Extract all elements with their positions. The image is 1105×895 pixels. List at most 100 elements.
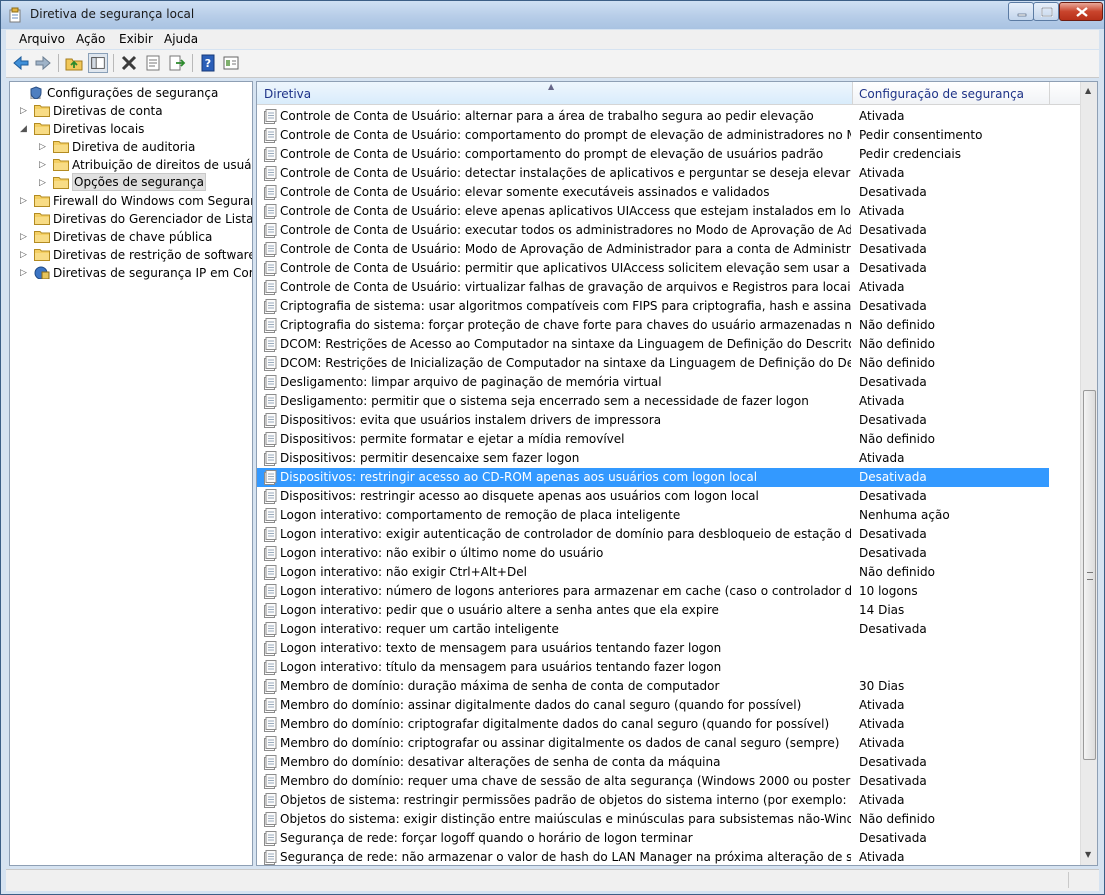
policy-row[interactable]: Dispositivos: restringir acesso ao CD-RO… (257, 468, 1049, 487)
policy-row[interactable]: Logon interativo: comportamento de remoç… (257, 506, 1049, 525)
policy-row[interactable]: Dispositivos: permite formatar e ejetar … (257, 430, 1049, 449)
policy-row[interactable]: Logon interativo: não exigir Ctrl+Alt+De… (257, 563, 1049, 582)
scroll-up-icon[interactable]: ▲ (1085, 86, 1091, 95)
policy-setting: Ativada (859, 850, 905, 864)
policy-row[interactable]: Objetos do sistema: exigir distinção ent… (257, 810, 1049, 829)
menu-arquivo[interactable]: Arquivo (19, 32, 65, 46)
policy-row[interactable]: Segurança de rede: não armazenar o valor… (257, 848, 1049, 865)
policy-row[interactable]: Controle de Conta de Usuário: detectar i… (257, 164, 1049, 183)
tree-expander-icon[interactable]: ◢ (20, 120, 30, 138)
policy-name: Logon interativo: título da mensagem par… (280, 660, 722, 674)
tree-expander-icon[interactable]: ▷ (39, 138, 49, 156)
policy-row[interactable]: Membro do domínio: requer uma chave de s… (257, 772, 1049, 791)
vertical-scrollbar[interactable]: ▲ ▼ (1080, 82, 1097, 865)
tree-item[interactable]: Diretivas do Gerenciador de Listas de (10, 210, 252, 228)
tree-expander-icon[interactable]: ▷ (20, 264, 30, 282)
policy-setting: Desativada (859, 470, 927, 484)
tree-item[interactable]: ◢ Diretivas locais (10, 120, 246, 138)
policy-row[interactable]: Controle de Conta de Usuário: Modo de Ap… (257, 240, 1049, 259)
tree-expander-icon[interactable] (14, 84, 24, 102)
policy-row[interactable]: Desligamento: permitir que o sistema sej… (257, 392, 1049, 411)
forward-icon[interactable] (33, 53, 53, 73)
menu-ajuda[interactable]: Ajuda (164, 32, 198, 46)
grip-icon (1087, 572, 1093, 580)
policy-row[interactable]: Dispositivos: evita que usuários instale… (257, 411, 1049, 430)
show-hide-tree-icon[interactable] (88, 53, 108, 73)
scroll-thumb[interactable] (1083, 390, 1096, 760)
policy-row[interactable]: Controle de Conta de Usuário: virtualiza… (257, 278, 1049, 297)
policy-row[interactable]: Controle de Conta de Usuário: executar t… (257, 221, 1049, 240)
delete-icon[interactable] (119, 53, 139, 73)
close-button[interactable] (1059, 2, 1103, 21)
help-icon[interactable]: ? (198, 53, 218, 73)
policy-row[interactable]: Controle de Conta de Usuário: eleve apen… (257, 202, 1049, 221)
policy-row[interactable]: Criptografia de sistema: usar algoritmos… (257, 297, 1049, 316)
policy-row[interactable]: Criptografia do sistema: forçar proteção… (257, 316, 1049, 335)
tree-item[interactable]: ▷ Diretivas de chave pública (10, 228, 246, 246)
policy-row[interactable]: Logon interativo: título da mensagem par… (257, 658, 1049, 677)
column-header-diretiva[interactable]: ▲ Diretiva (257, 82, 853, 104)
policy-row[interactable]: Segurança de rede: forçar logoff quando … (257, 829, 1049, 848)
view-icon[interactable] (221, 53, 241, 73)
policy-row[interactable]: Controle de Conta de Usuário: alternar p… (257, 107, 1049, 126)
policy-row[interactable]: Desligamento: limpar arquivo de paginaçã… (257, 373, 1049, 392)
tree-item[interactable]: ▷ Diretivas de conta (10, 102, 246, 120)
tree-item[interactable]: ▷ Firewall do Windows com Segurança (10, 192, 252, 210)
policy-row[interactable]: Controle de Conta de Usuário: permitir q… (257, 259, 1049, 278)
tree-item[interactable]: ▷ Opções de segurança (10, 173, 246, 192)
minimize-button[interactable] (1008, 2, 1034, 21)
policy-row[interactable]: Membro do domínio: criptografar ou assin… (257, 734, 1049, 753)
menu-exibir[interactable]: Exibir (119, 32, 153, 46)
up-folder-icon[interactable] (64, 53, 84, 73)
tree-expander-icon[interactable]: ▷ (20, 246, 30, 264)
tree-expander-icon[interactable]: ▷ (20, 102, 30, 120)
policy-row[interactable]: Logon interativo: pedir que o usuário al… (257, 601, 1049, 620)
tree-item[interactable]: Configurações de segurança (10, 84, 246, 102)
tree-expander-icon[interactable]: ▷ (20, 228, 30, 246)
policy-icon (264, 736, 277, 751)
tree-item[interactable]: ▷ Diretivas de segurança IP em Comput (10, 264, 252, 282)
policy-icon (264, 337, 277, 352)
policy-row[interactable]: Membro de domínio: duração máxima de sen… (257, 677, 1049, 696)
shield-icon (30, 86, 42, 99)
export-list-icon[interactable] (167, 53, 187, 73)
tree-expander-icon[interactable] (20, 210, 30, 228)
policy-row[interactable]: DCOM: Restrições de Acesso ao Computador… (257, 335, 1049, 354)
policy-row[interactable]: Logon interativo: número de logons anter… (257, 582, 1049, 601)
policy-name: Controle de Conta de Usuário: comportame… (280, 147, 824, 161)
properties-icon[interactable] (143, 53, 163, 73)
policy-row[interactable]: Controle de Conta de Usuário: elevar som… (257, 183, 1049, 202)
back-icon[interactable] (11, 53, 31, 73)
tree-expander-icon[interactable]: ▷ (39, 156, 49, 174)
policy-icon (264, 755, 277, 770)
tree-expander-icon[interactable]: ▷ (39, 174, 49, 192)
menu-acao[interactable]: Ação (76, 32, 105, 46)
policy-row[interactable]: Logon interativo: não exibir o último no… (257, 544, 1049, 563)
policy-name: Logon interativo: não exigir Ctrl+Alt+De… (280, 565, 527, 579)
policy-row[interactable]: Membro do domínio: desativar alterações … (257, 753, 1049, 772)
tree-item[interactable]: ▷ Diretivas de restrição de software (10, 246, 252, 264)
policy-row[interactable]: Dispositivos: restringir acesso ao disqu… (257, 487, 1049, 506)
tree-expander-icon[interactable]: ▷ (20, 192, 30, 210)
tree-item-label: Firewall do Windows com Segurança (53, 194, 253, 208)
column-header-configuracao[interactable]: Configuração de segurança (853, 82, 1050, 104)
policy-row[interactable]: Logon interativo: exigir autenticação de… (257, 525, 1049, 544)
policy-icon (264, 394, 277, 409)
minimize-icon (1017, 13, 1027, 17)
policy-setting: Desativada (859, 185, 927, 199)
policy-row[interactable]: Objetos de sistema: restringir permissõe… (257, 791, 1049, 810)
policy-row[interactable]: Dispositivos: permitir desencaixe sem fa… (257, 449, 1049, 468)
policy-row[interactable]: Logon interativo: texto de mensagem para… (257, 639, 1049, 658)
scroll-down-icon[interactable]: ▼ (1085, 850, 1091, 859)
maximize-button[interactable] (1033, 2, 1059, 21)
title-bar[interactable]: Diretiva de segurança local (1, 1, 1104, 29)
policy-row[interactable]: Controle de Conta de Usuário: comportame… (257, 145, 1049, 164)
policy-row[interactable]: Logon interativo: requer um cartão intel… (257, 620, 1049, 639)
tree-item[interactable]: ▷ Atribuição de direitos de usuário (10, 156, 252, 174)
policy-row[interactable]: DCOM: Restrições de Inicialização de Com… (257, 354, 1049, 373)
policy-row[interactable]: Membro do domínio: assinar digitalmente … (257, 696, 1049, 715)
tree-item[interactable]: ▷ Diretiva de auditoria (10, 138, 246, 156)
policy-row[interactable]: Membro do domínio: criptografar digitalm… (257, 715, 1049, 734)
policy-row[interactable]: Controle de Conta de Usuário: comportame… (257, 126, 1049, 145)
policy-icon (264, 280, 277, 295)
